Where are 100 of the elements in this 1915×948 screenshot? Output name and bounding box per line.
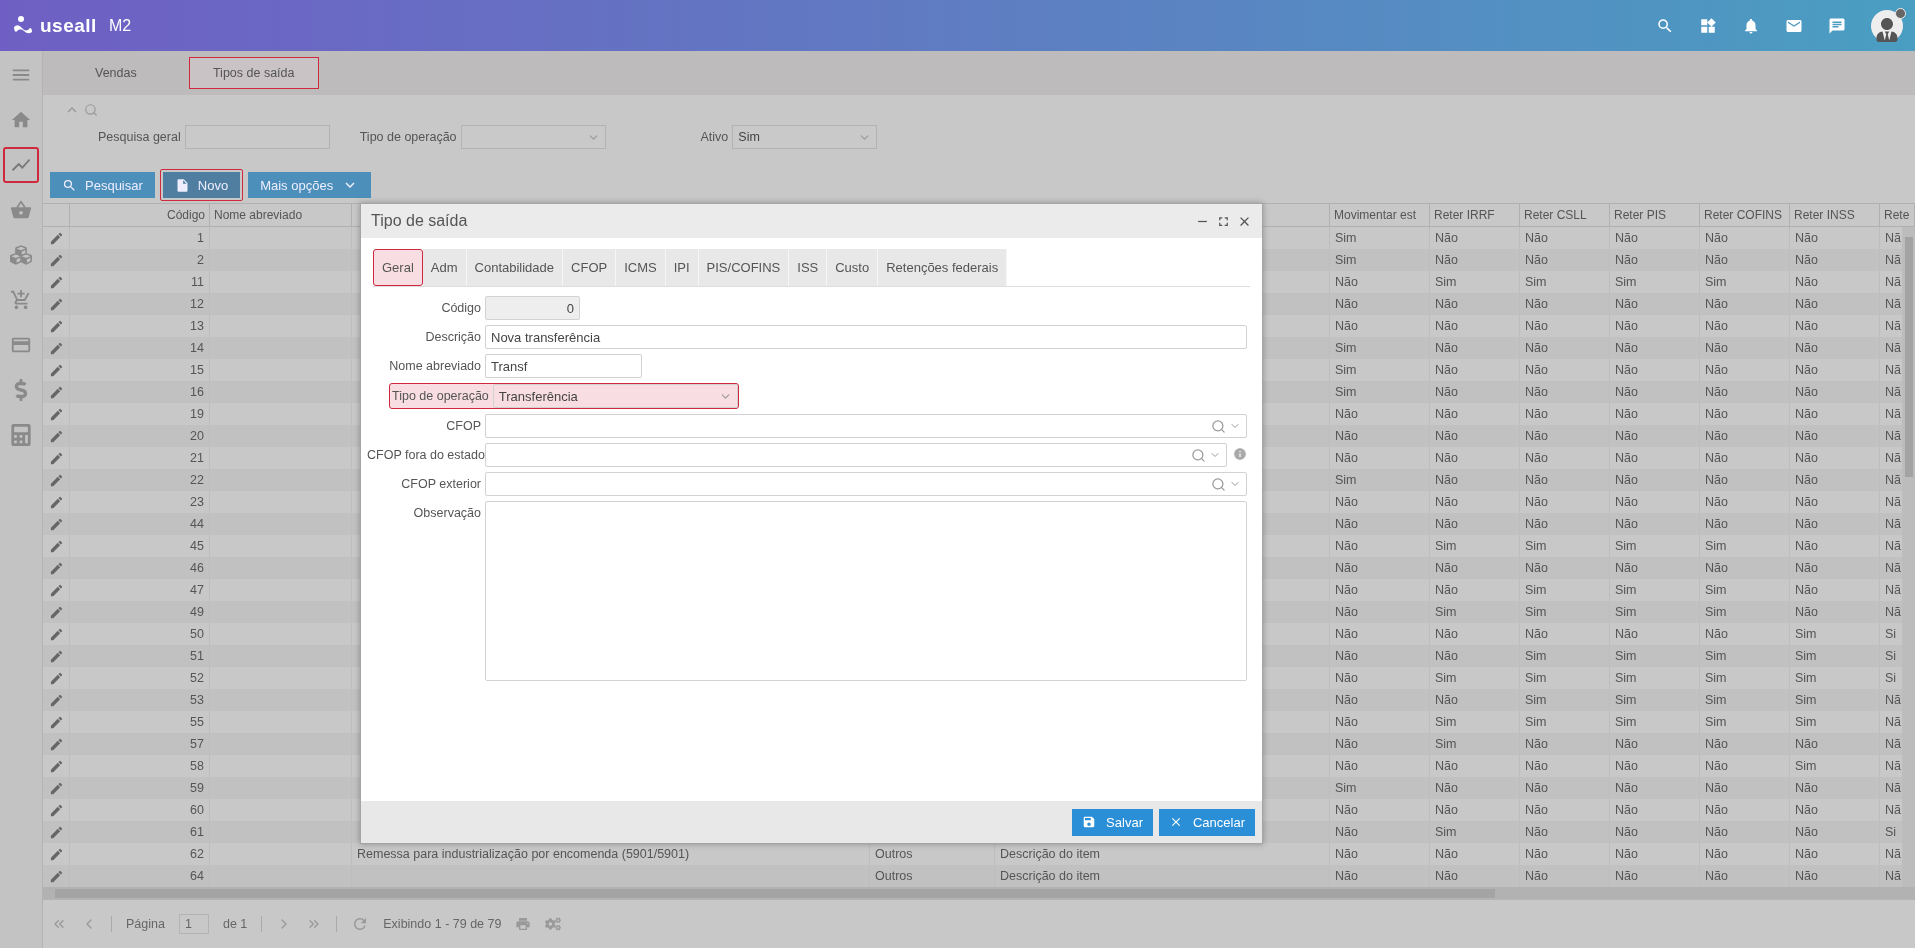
search-icon [1211,476,1226,492]
logo-suffix: M2 [108,16,132,35]
filter-label: Pesquisa geral [98,130,181,144]
pencil-icon[interactable] [48,516,64,532]
filter-label: Tipo de operação [359,130,457,144]
filter-select[interactable]: Sim [732,125,878,149]
pencil-icon[interactable] [48,318,64,334]
column-header[interactable]: Movimentar est [1330,204,1430,226]
column-header[interactable]: Reter IRRF [1430,204,1520,226]
pencil-icon[interactable] [48,714,64,730]
calculator-icon [10,424,32,446]
field-label: Descrição [424,329,482,346]
search-icon[interactable] [1656,16,1674,35]
column-header[interactable]: Reter CSLL [1520,204,1610,226]
page-field[interactable]: 1 [178,914,209,934]
chat-icon[interactable] [1828,16,1846,35]
pencil-icon[interactable] [48,626,64,642]
pencil-icon[interactable] [48,736,64,752]
pencil-icon[interactable] [48,450,64,466]
pencil-icon[interactable] [48,340,64,356]
pencil-icon[interactable] [48,824,64,840]
more-options-button[interactable]: Mais opções [248,172,372,198]
new-button[interactable]: Novo [162,172,241,198]
search-icon [62,177,77,193]
tab[interactable]: IPI [665,249,699,286]
tab[interactable]: CFOP [563,249,617,286]
scrollbar[interactable] [1903,227,1915,887]
operation-select[interactable]: Transferência [492,384,738,408]
cubes-icon [10,244,32,266]
pencil-icon[interactable] [48,560,64,576]
lookup-field[interactable] [485,443,1227,467]
cancel-button[interactable]: Cancelar [1158,808,1255,836]
tab[interactable]: Geral [373,249,423,286]
column-header[interactable]: Nome abreviado [210,204,352,226]
pencil-icon[interactable] [48,428,64,444]
field-label: Código [440,300,482,317]
tab[interactable]: Adm [422,249,467,286]
column-header[interactable]: Reter PIS [1610,204,1700,226]
tab[interactable]: Tipos de saída [188,57,319,89]
column-header[interactable]: Reter COFINS [1700,204,1790,226]
pencil-icon[interactable] [48,670,64,686]
bell-icon[interactable] [1742,16,1760,35]
tab[interactable]: Vendas [85,51,147,95]
avatar[interactable] [1871,9,1903,42]
page-count: de 1 [222,917,248,931]
logo-text: useall [40,14,97,37]
description-field[interactable]: Nova transferência [485,325,1247,349]
print-icon[interactable] [515,916,532,932]
dialog-title: Tipo de saída [371,212,468,230]
save-button[interactable]: Salvar [1072,808,1153,836]
field-label: Observação [412,505,482,522]
pencil-icon[interactable] [48,472,64,488]
scrollbar[interactable] [43,887,1915,899]
tab[interactable]: Contabilidade [466,249,564,286]
search-icon [1191,447,1206,463]
lookup-field[interactable] [485,472,1247,496]
pencil-icon[interactable] [48,252,64,268]
pencil-icon[interactable] [48,582,64,598]
pencil-icon[interactable] [48,802,64,818]
column-header[interactable]: Rete [1880,204,1915,226]
cart-plus-icon [10,289,32,311]
field-label: CFOP exterior [400,476,482,493]
pencil-icon[interactable] [48,384,64,400]
field-label: Nome abreviado [388,358,482,375]
pencil-icon[interactable] [48,362,64,378]
column-header[interactable]: Código [70,204,210,226]
pencil-icon[interactable] [48,846,64,862]
pencil-icon[interactable] [48,780,64,796]
save-icon [1082,815,1097,829]
pencil-icon[interactable] [48,494,64,510]
pencil-icon[interactable] [48,230,64,246]
tab[interactable]: Retenções federais [878,249,1008,286]
tab[interactable]: ICMS [616,249,666,286]
tab[interactable]: ISS [789,249,828,286]
info-icon[interactable] [1233,447,1247,461]
pencil-icon[interactable] [48,406,64,422]
gears-icon[interactable] [545,916,562,932]
pencil-icon[interactable] [48,758,64,774]
pencil-icon[interactable] [48,692,64,708]
short-name-field[interactable]: Transf [485,354,642,378]
search-icon [1211,418,1226,434]
widgets-icon[interactable] [1699,16,1717,35]
pencil-icon[interactable] [48,604,64,620]
field-label: Tipo de operação [392,389,490,403]
field-label: CFOP fora do estado [367,447,485,464]
tab[interactable]: PIS/COFINS [698,249,790,286]
page-label: Página [126,917,165,931]
lookup-field[interactable] [485,414,1247,438]
pencil-icon[interactable] [48,274,64,290]
pencil-icon[interactable] [48,868,64,884]
search-icon [84,103,98,117]
column-header[interactable]: Reter INSS [1790,204,1880,226]
field-label: CFOP [445,418,482,435]
notes-field[interactable] [485,501,1247,681]
pencil-icon[interactable] [48,538,64,554]
pencil-icon[interactable] [48,296,64,312]
tab[interactable]: Custo [827,249,879,286]
pencil-icon[interactable] [48,648,64,664]
chart-item[interactable] [3,147,39,183]
search-button[interactable]: Pesquisar [50,172,155,198]
